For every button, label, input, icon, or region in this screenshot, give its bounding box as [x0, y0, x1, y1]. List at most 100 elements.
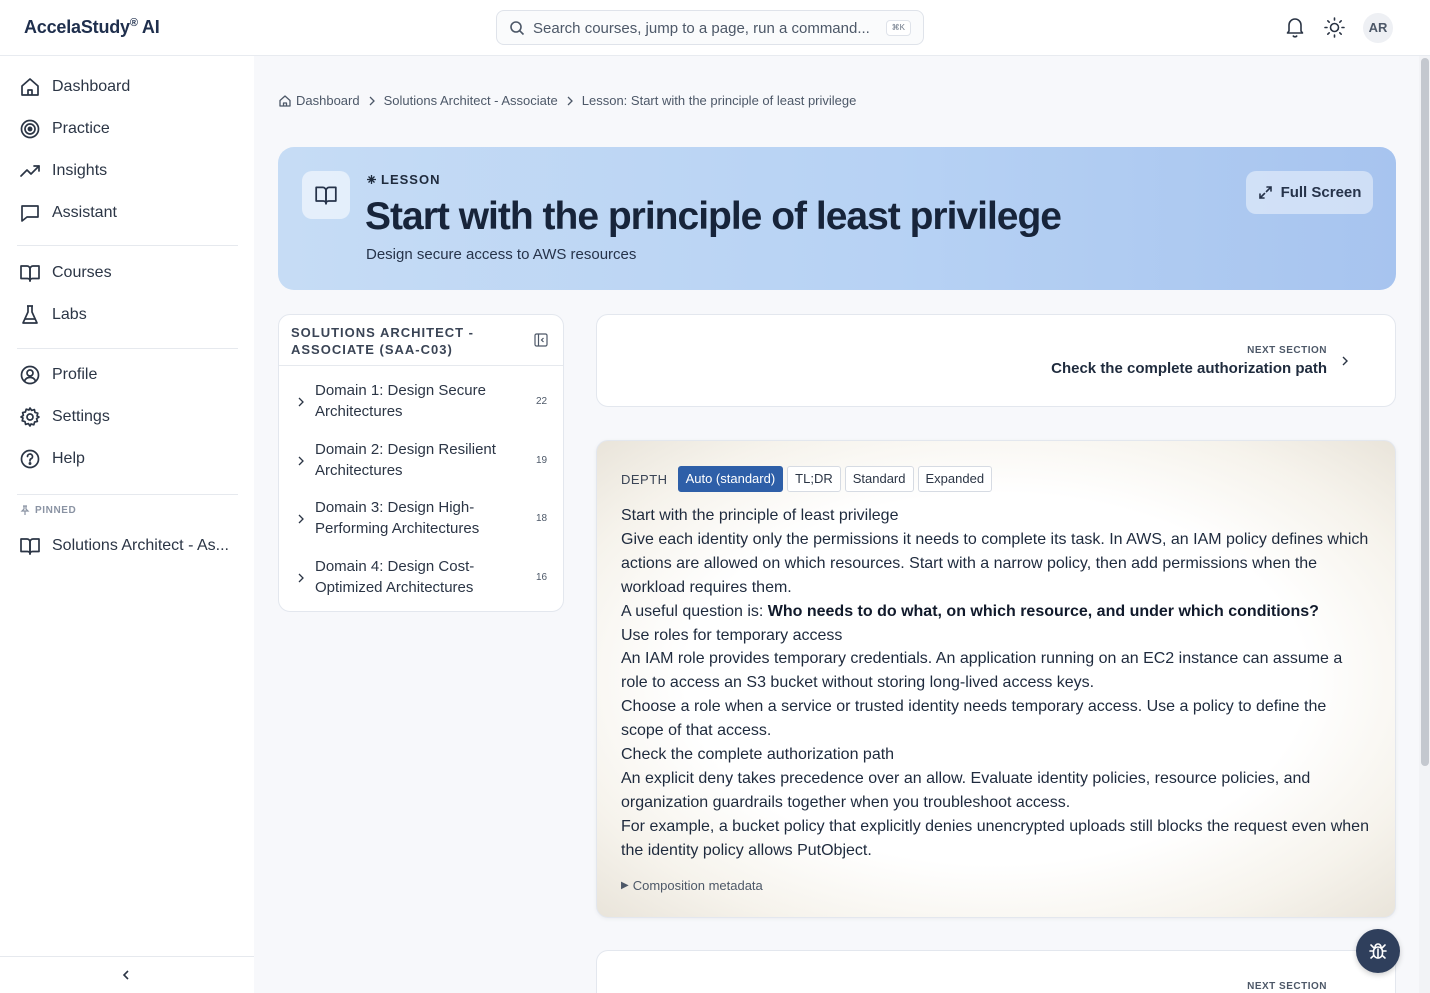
composition-metadata-label: Composition metadata — [632, 878, 763, 893]
paragraph: An IAM role provides temporary credentia… — [621, 650, 1343, 692]
target-icon — [19, 118, 41, 140]
paragraph: For example, a bucket policy that explic… — [621, 817, 1369, 859]
sparkle-icon — [366, 174, 377, 185]
breadcrumb-dashboard[interactable]: Dashboard — [296, 93, 360, 108]
pinned-label-text: PINNED — [35, 505, 77, 516]
help-icon — [19, 448, 41, 470]
outline-divider — [279, 365, 563, 366]
sidebar-item-label: Labs — [52, 306, 87, 323]
chevron-right-icon — [297, 514, 305, 524]
expand-icon — [1258, 185, 1281, 200]
brand-logo[interactable]: AccelaStudy® AI — [24, 17, 160, 38]
pinned-section-label: PINNED — [20, 505, 76, 516]
trend-icon — [19, 160, 41, 182]
sidebar-item-help[interactable]: Help — [19, 445, 85, 473]
sidebar-item-dashboard[interactable]: Dashboard — [19, 73, 130, 101]
brand-name: AccelaStudy — [24, 17, 130, 37]
book-icon — [19, 262, 41, 284]
sidebar-item-label: Assistant — [52, 204, 117, 221]
next-section-kicker: NEXT SECTION — [1247, 981, 1327, 992]
top-bar: AccelaStudy® AI Search courses, jump to … — [0, 0, 1430, 56]
search-shortcut-badge: ⌘K — [885, 20, 911, 36]
section-heading: Use roles for temporary access — [621, 626, 843, 644]
sidebar-item-label: Profile — [52, 366, 98, 383]
lesson-content-card: DEPTH Auto (standard) TL;DR Standard Exp… — [596, 440, 1396, 918]
chevron-left-icon — [120, 969, 132, 981]
sidebar: Dashboard Practice Insights Assistant Co… — [0, 56, 254, 993]
outline-domain-2[interactable]: Domain 2: Design Resilient Architectures… — [279, 437, 563, 487]
panel-collapse-icon[interactable] — [534, 333, 548, 347]
next-section-title: Check the complete authorization path — [1051, 360, 1327, 377]
depth-option-tldr[interactable]: TL;DR — [787, 466, 841, 492]
depth-option-auto[interactable]: Auto (standard) — [677, 466, 784, 492]
pin-icon — [20, 505, 30, 516]
depth-selector: DEPTH Auto (standard) TL;DR Standard Exp… — [621, 466, 996, 492]
chevron-right-icon — [297, 456, 305, 466]
domain-count: 16 — [536, 572, 548, 583]
brand-registered-mark: ® — [129, 17, 138, 29]
sidebar-item-settings[interactable]: Settings — [19, 403, 110, 431]
course-outline-title: SOLUTIONS ARCHITECT - ASSOCIATE (SAA-C03… — [291, 325, 475, 357]
sidebar-collapse-button[interactable] — [0, 956, 254, 993]
theme-toggle-sun-icon[interactable] — [1324, 17, 1345, 38]
sidebar-item-label: Help — [52, 450, 85, 467]
paragraph: Give each identity only the permissions … — [621, 530, 1369, 596]
outline-domain-1[interactable]: Domain 1: Design Secure Architectures 22 — [279, 378, 563, 428]
outline-domain-3[interactable]: Domain 3: Design High-Performing Archite… — [279, 495, 563, 545]
sidebar-item-label: Practice — [52, 120, 110, 137]
page-subtitle: Design secure access to AWS resources — [366, 246, 637, 263]
depth-option-standard[interactable]: Standard — [844, 466, 914, 492]
domain-count: 18 — [536, 513, 548, 524]
domain-label: Domain 1: Design Secure Architectures — [315, 382, 486, 420]
composition-metadata-toggle[interactable]: ▶ Composition metadata — [621, 878, 763, 893]
sidebar-item-practice[interactable]: Practice — [19, 115, 110, 143]
sidebar-item-assistant[interactable]: Assistant — [19, 199, 117, 227]
page-scrollbar-thumb[interactable] — [1421, 58, 1429, 766]
lesson-header: LESSON Start with the principle of least… — [278, 147, 1396, 290]
domain-label: Domain 4: Design Cost-Optimized Architec… — [315, 558, 475, 596]
section-heading: Check the complete authorization path — [621, 746, 895, 764]
sidebar-item-profile[interactable]: Profile — [19, 361, 97, 389]
sidebar-item-labs[interactable]: Labs — [19, 301, 87, 329]
lesson-icon-box — [302, 171, 350, 219]
sidebar-divider — [17, 494, 238, 495]
next-section-card-bottom[interactable]: NEXT SECTION — [596, 950, 1396, 993]
depth-option-expanded[interactable]: Expanded — [917, 466, 993, 492]
flask-icon — [19, 304, 41, 326]
lesson-kicker-text: LESSON — [381, 172, 441, 187]
search-input[interactable]: Search courses, jump to a page, run a co… — [496, 10, 924, 45]
full-screen-button[interactable]: Full Screen — [1246, 171, 1373, 214]
bell-icon[interactable] — [1285, 16, 1305, 38]
user-avatar[interactable]: AR — [1363, 13, 1393, 43]
paragraph-prefix: A useful question is: — [621, 602, 768, 620]
chevron-right-icon — [297, 573, 305, 583]
breadcrumb: Dashboard Solutions Architect - Associat… — [278, 93, 856, 108]
sidebar-divider — [17, 348, 238, 349]
breadcrumb-course[interactable]: Solutions Architect - Associate — [384, 93, 558, 108]
brand-suffix: AI — [141, 17, 160, 37]
sidebar-item-label: Insights — [52, 162, 108, 179]
user-circle-icon — [19, 364, 41, 386]
next-section-card[interactable]: NEXT SECTION Check the complete authoriz… — [596, 314, 1396, 407]
bug-report-button[interactable] — [1356, 929, 1400, 973]
gear-icon — [19, 406, 41, 428]
home-icon — [278, 94, 292, 108]
sidebar-item-courses[interactable]: Courses — [19, 259, 112, 287]
sidebar-divider — [17, 245, 238, 246]
domain-count: 19 — [536, 455, 548, 466]
chevron-right-icon — [297, 397, 305, 407]
domain-label: Domain 3: Design High-Performing Archite… — [315, 499, 480, 537]
sidebar-item-insights[interactable]: Insights — [19, 157, 107, 185]
course-outline-panel: SOLUTIONS ARCHITECT - ASSOCIATE (SAA-C03… — [278, 314, 564, 612]
paragraph: A useful question is: Who needs to do wh… — [621, 600, 1373, 624]
outline-domain-4[interactable]: Domain 4: Design Cost-Optimized Architec… — [279, 554, 563, 604]
lesson-body: Start with the principle of least privil… — [621, 504, 1373, 863]
breadcrumb-current-lesson: Lesson: Start with the principle of leas… — [581, 93, 857, 108]
sidebar-pinned-course[interactable]: Solutions Architect - As... — [19, 532, 229, 560]
search-placeholder: Search courses, jump to a page, run a co… — [533, 20, 870, 37]
chevron-right-icon — [368, 96, 376, 106]
paragraph: An explicit deny takes precedence over a… — [621, 769, 1311, 811]
page-title: Start with the principle of least privil… — [365, 195, 1062, 238]
full-screen-label: Full Screen — [1280, 184, 1362, 201]
lesson-kicker: LESSON — [366, 172, 440, 187]
